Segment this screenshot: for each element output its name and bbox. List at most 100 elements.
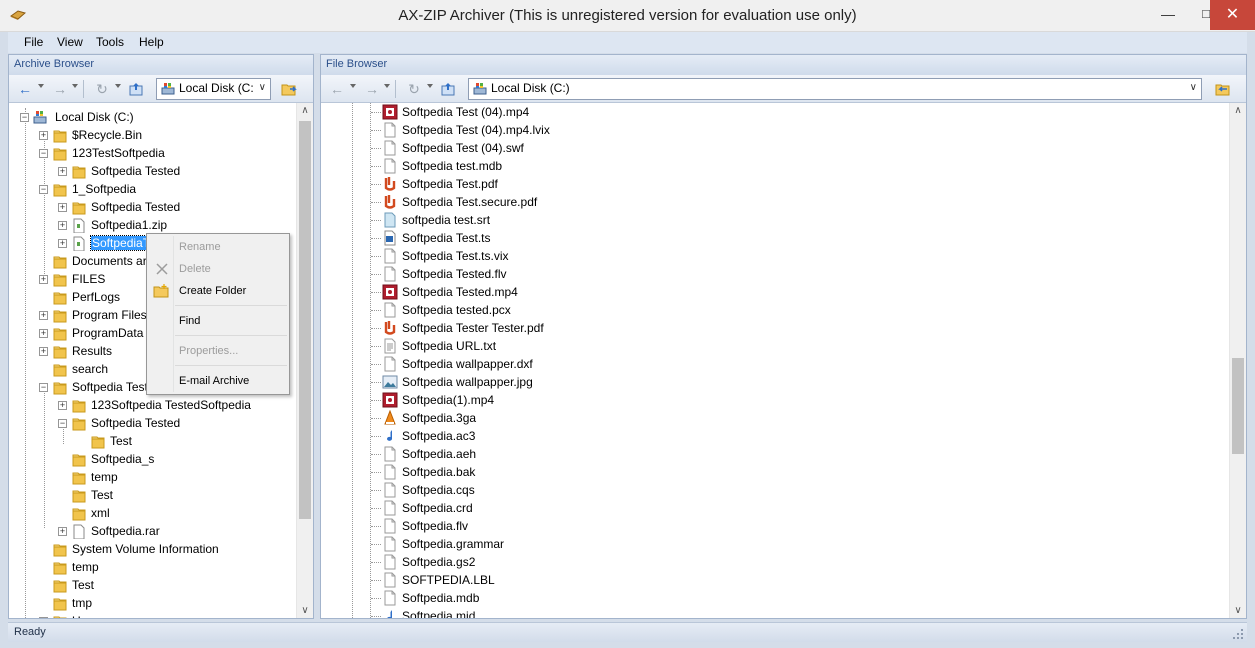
collapse-icon[interactable]: −: [20, 113, 29, 122]
ctx-email-archive[interactable]: E-mail Archive: [149, 370, 287, 392]
tree-item[interactable]: − 123TestSoftpedia: [9, 144, 297, 162]
forward-dropdown-icon[interactable]: [384, 84, 390, 88]
file-list-item[interactable]: Softpedia.grammar: [321, 535, 1229, 553]
expand-icon[interactable]: +: [39, 329, 48, 338]
expand-icon[interactable]: +: [58, 203, 67, 212]
expand-icon[interactable]: +: [39, 617, 48, 618]
file-list-item[interactable]: SOFTPEDIA.LBL: [321, 571, 1229, 589]
expand-icon[interactable]: +: [58, 167, 67, 176]
expand-icon[interactable]: +: [39, 275, 48, 284]
history-icon[interactable]: ↻: [92, 79, 112, 99]
tree-item[interactable]: − Softpedia Tested: [9, 414, 297, 432]
file-list-item[interactable]: Softpedia Test (04).mp4: [321, 103, 1229, 121]
up-folder-icon[interactable]: [438, 79, 458, 99]
file-list-item[interactable]: Softpedia Tested.flv: [321, 265, 1229, 283]
tree-item[interactable]: temp: [9, 558, 297, 576]
tree-item[interactable]: + $Recycle.Bin: [9, 126, 297, 144]
collapse-icon[interactable]: −: [39, 383, 48, 392]
file-list-item[interactable]: Softpedia.crd: [321, 499, 1229, 517]
forward-arrow-icon[interactable]: →: [362, 79, 382, 99]
scroll-down-icon[interactable]: ∨: [1230, 605, 1246, 616]
ctx-create-folder[interactable]: Create Folder: [149, 280, 287, 302]
file-drive-select[interactable]: Local Disk (C:) ∨: [468, 78, 1202, 100]
file-list-item[interactable]: Softpedia wallpapper.jpg: [321, 373, 1229, 391]
history-icon[interactable]: ↻: [404, 79, 424, 99]
tree-item[interactable]: + Softpedia Tested: [9, 198, 297, 216]
open-folder-icon[interactable]: [279, 79, 299, 99]
file-list-item[interactable]: Softpedia.mid: [321, 607, 1229, 618]
file-list-item[interactable]: Softpedia Test (04).swf: [321, 139, 1229, 157]
file-list-item[interactable]: Softpedia Test (04).mp4.lvix: [321, 121, 1229, 139]
expand-icon[interactable]: +: [39, 311, 48, 320]
resize-grip-icon[interactable]: [1232, 628, 1244, 640]
forward-arrow-icon[interactable]: →: [50, 79, 70, 99]
ctx-properties[interactable]: Properties...: [149, 340, 287, 362]
scroll-up-icon[interactable]: ∧: [1230, 105, 1246, 116]
tree-item[interactable]: Test: [9, 432, 297, 450]
tree-item[interactable]: + Softpedia Tested: [9, 162, 297, 180]
forward-dropdown-icon[interactable]: [72, 84, 78, 88]
tree-item[interactable]: System Volume Information: [9, 540, 297, 558]
file-list-item[interactable]: Softpedia Test.ts.vix: [321, 247, 1229, 265]
file-list-item[interactable]: Softpedia test.mdb: [321, 157, 1229, 175]
file-list-item[interactable]: Softpedia.3ga: [321, 409, 1229, 427]
file-list-scrollbar[interactable]: ∧ ∨: [1229, 103, 1246, 618]
file-list-item[interactable]: Softpedia Tester Tester.pdf: [321, 319, 1229, 337]
history-dropdown-icon[interactable]: [115, 84, 121, 88]
menu-help[interactable]: Help: [139, 35, 164, 49]
back-arrow-icon[interactable]: ←: [327, 79, 347, 99]
file-list-item[interactable]: Softpedia Test.ts: [321, 229, 1229, 247]
scroll-up-icon[interactable]: ∧: [297, 105, 313, 116]
file-list-item[interactable]: Softpedia.aeh: [321, 445, 1229, 463]
file-list-item[interactable]: Softpedia(1).mp4: [321, 391, 1229, 409]
tree-item[interactable]: + Softpedia1.zip: [9, 216, 297, 234]
tree-item[interactable]: + Users: [9, 612, 297, 618]
ctx-rename[interactable]: Rename: [149, 236, 287, 258]
tree-item[interactable]: tmp: [9, 594, 297, 612]
tree-item[interactable]: xml: [9, 504, 297, 522]
archive-tree-scrollbar[interactable]: ∧ ∨: [296, 103, 313, 618]
file-list-item[interactable]: Softpedia.flv: [321, 517, 1229, 535]
expand-icon[interactable]: +: [39, 347, 48, 356]
up-folder-icon[interactable]: [126, 79, 146, 99]
tree-item[interactable]: − Local Disk (C:): [9, 108, 297, 126]
back-dropdown-icon[interactable]: [38, 84, 44, 88]
archive-drive-select[interactable]: Local Disk (C: ∨: [156, 78, 271, 100]
tree-item[interactable]: Test: [9, 486, 297, 504]
file-list-item[interactable]: Softpedia.bak: [321, 463, 1229, 481]
close-button[interactable]: ✕: [1210, 0, 1255, 30]
file-list-item[interactable]: Softpedia tested.pcx: [321, 301, 1229, 319]
collapse-icon[interactable]: −: [58, 419, 67, 428]
file-list-item[interactable]: softpedia test.srt: [321, 211, 1229, 229]
tree-item[interactable]: temp: [9, 468, 297, 486]
tree-item[interactable]: Test: [9, 576, 297, 594]
expand-icon[interactable]: +: [58, 401, 67, 410]
ctx-delete[interactable]: Delete: [149, 258, 287, 280]
extract-to-folder-icon[interactable]: [1213, 79, 1233, 99]
file-list-item[interactable]: Softpedia URL.txt: [321, 337, 1229, 355]
file-list[interactable]: Softpedia Test (04).mp4 Softpedia Test (0…: [321, 103, 1229, 618]
history-dropdown-icon[interactable]: [427, 84, 433, 88]
scrollbar-thumb[interactable]: [299, 121, 311, 519]
menu-view[interactable]: View: [57, 35, 83, 49]
expand-icon[interactable]: +: [39, 131, 48, 140]
file-list-item[interactable]: Softpedia.gs2: [321, 553, 1229, 571]
file-list-item[interactable]: Softpedia Test.secure.pdf: [321, 193, 1229, 211]
tree-item[interactable]: Softpedia_s: [9, 450, 297, 468]
file-list-item[interactable]: Softpedia.ac3: [321, 427, 1229, 445]
ctx-find[interactable]: Find: [149, 310, 287, 332]
collapse-icon[interactable]: −: [39, 149, 48, 158]
menu-tools[interactable]: Tools: [96, 35, 124, 49]
menu-file[interactable]: File: [24, 35, 43, 49]
file-list-item[interactable]: Softpedia wallpapper.dxf: [321, 355, 1229, 373]
expand-icon[interactable]: +: [58, 527, 67, 536]
file-list-item[interactable]: Softpedia Tested.mp4: [321, 283, 1229, 301]
back-arrow-icon[interactable]: ←: [15, 79, 35, 99]
expand-icon[interactable]: +: [58, 221, 67, 230]
collapse-icon[interactable]: −: [39, 185, 48, 194]
file-list-item[interactable]: Softpedia.mdb: [321, 589, 1229, 607]
expand-icon[interactable]: +: [58, 239, 67, 248]
minimize-button[interactable]: —: [1150, 0, 1186, 30]
scroll-down-icon[interactable]: ∨: [297, 605, 313, 616]
tree-item[interactable]: +123Softpedia TestedSoftpedia: [9, 396, 297, 414]
